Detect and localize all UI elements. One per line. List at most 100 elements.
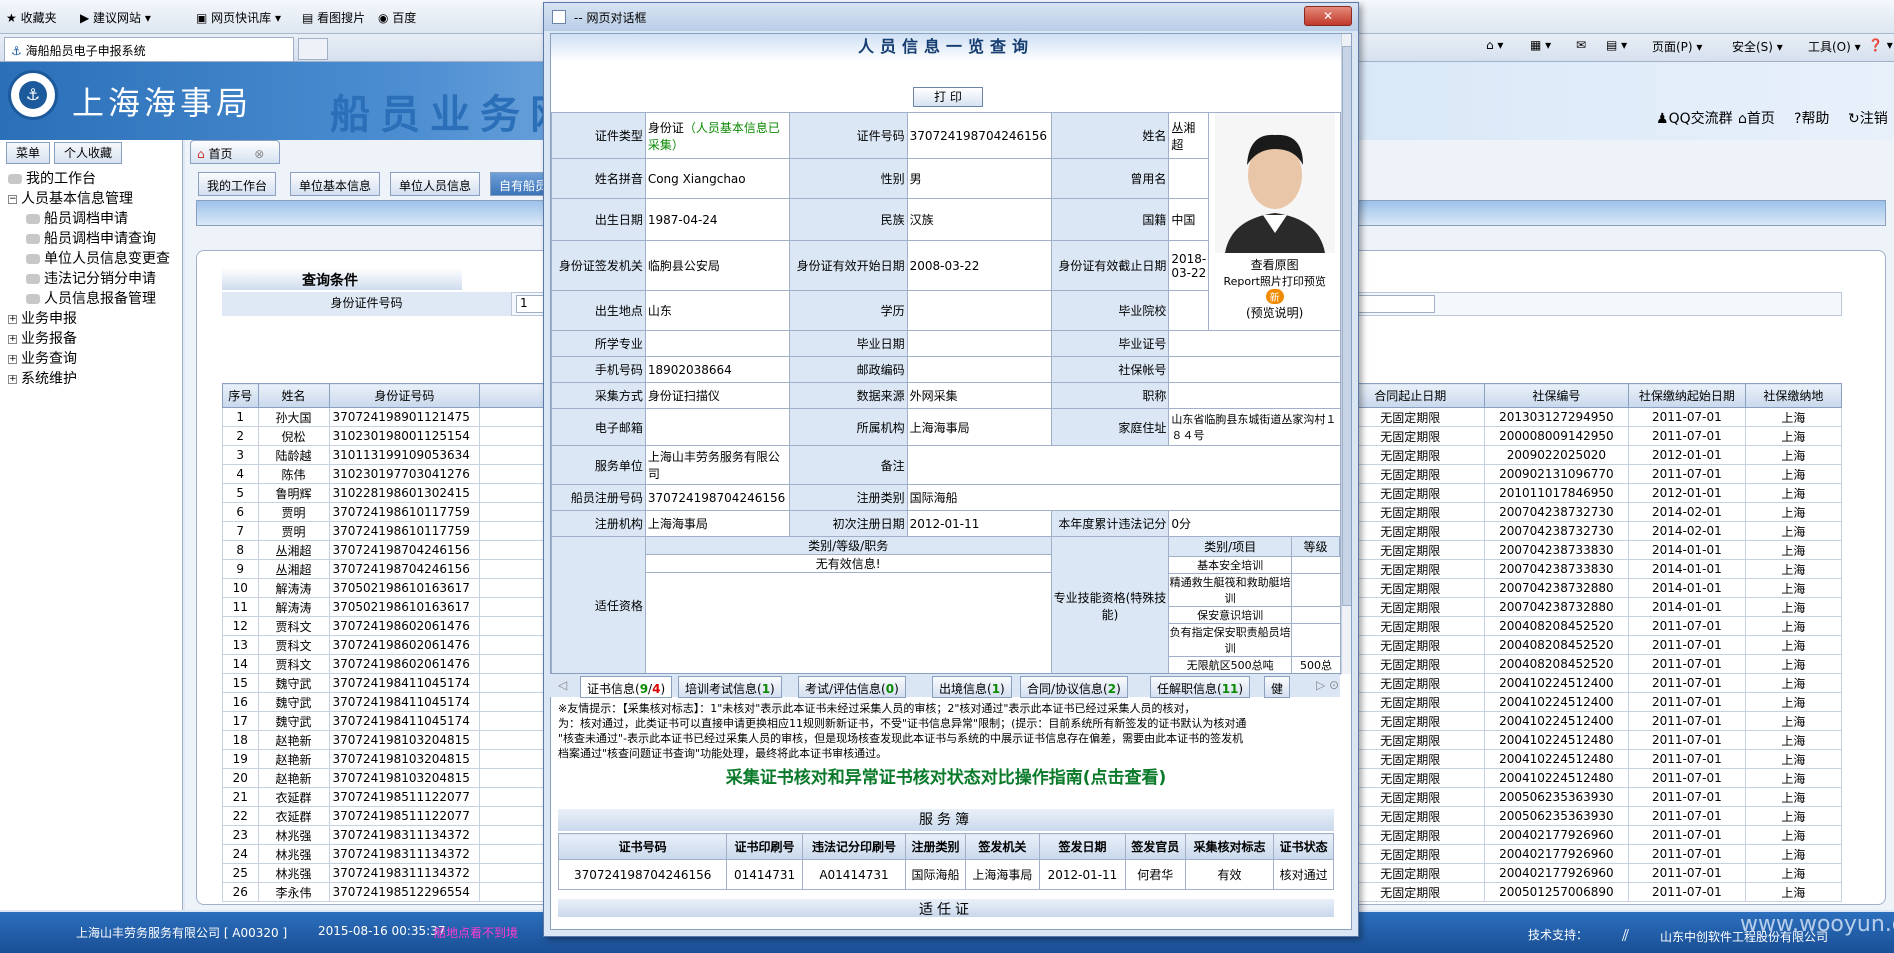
tree-item[interactable]: 违法记分销分申请 xyxy=(26,268,156,288)
table-cell: 2011-07-01 xyxy=(1627,464,1746,484)
rss-icon[interactable]: ▦ ▾ xyxy=(1530,38,1551,52)
link-image-search[interactable]: ▤ 看图搜片 xyxy=(302,9,365,26)
mail-icon[interactable]: ✉ xyxy=(1576,38,1586,52)
table-cell: 孙大国 xyxy=(257,407,330,427)
tree-item[interactable]: 人员信息报备管理 xyxy=(26,288,156,308)
view-original-link[interactable]: 查看原图 xyxy=(1209,256,1340,273)
column-header[interactable]: 社保缴纳地 xyxy=(1744,383,1843,408)
dialog-tab[interactable]: 出境信息(1) xyxy=(932,676,1012,698)
safety-menu[interactable]: 安全(S) ▾ xyxy=(1732,38,1783,55)
subtab-unit-staff[interactable]: 单位人员信息 xyxy=(390,172,481,196)
table-cell: 370724198511122077 xyxy=(328,806,481,826)
skill-cell: 类别/项目 等级 基本安全培训 精通救生艇筏和救助艇培训 保安意识培训 负有指定保安职责船… xyxy=(1168,536,1341,675)
qualification-header: 类别/等级/职务 xyxy=(645,537,1051,555)
table-cell: 201011017846950 xyxy=(1483,483,1629,503)
print-icon[interactable]: ▤ ▾ xyxy=(1606,38,1627,52)
table-cell: 370724198103204815 xyxy=(328,768,481,788)
table-cell: 贾明 xyxy=(257,521,330,541)
dialog-tab[interactable]: 合同/协议信息(2) xyxy=(1020,676,1128,698)
close-icon[interactable]: ⊗ xyxy=(254,147,264,161)
qq-group-link[interactable]: ♟QQ交流群 xyxy=(1656,108,1733,128)
table-cell: 上海 xyxy=(1744,711,1843,731)
table-cell: 2014-02-01 xyxy=(1627,502,1746,522)
skill-grade xyxy=(1292,574,1340,606)
print-button[interactable]: 打 印 xyxy=(913,87,983,107)
tree-item[interactable]: + 业务查询 xyxy=(8,348,77,368)
table-cell: 370502198610163617 xyxy=(328,578,481,598)
subtab-unit-info[interactable]: 单位基本信息 xyxy=(290,172,381,196)
grad-cert-label: 毕业证号 xyxy=(1050,330,1170,357)
column-header[interactable]: 社保编号 xyxy=(1483,383,1629,408)
expand-icon[interactable]: + xyxy=(8,374,17,384)
link-webslice[interactable]: ▣ 网页快讯库 ▾ xyxy=(196,9,281,26)
tree-item[interactable]: 单位人员信息变更查 xyxy=(26,248,170,268)
gender-value: 男 xyxy=(906,158,1052,199)
dialog-app-icon xyxy=(552,10,566,24)
tree-item[interactable]: − 人员基本信息管理 xyxy=(8,188,133,208)
tree-item[interactable]: + 系统维护 xyxy=(8,368,77,388)
birth-value: 1987-04-24 xyxy=(644,198,790,241)
tree-item[interactable]: 船员调档申请 xyxy=(26,208,128,228)
table-cell: 370724198311134372 xyxy=(328,844,481,864)
cert-column-header: 证书印刷号 xyxy=(726,833,803,860)
table-cell: 李永伟 xyxy=(257,882,330,902)
pinyin-value: Cong Xiangchao xyxy=(644,158,790,199)
favorites-button[interactable]: ★ 收藏夹 xyxy=(6,9,57,26)
expand-icon[interactable]: + xyxy=(8,354,17,364)
tab-scroll-right-icon[interactable]: ▷ ⊙ xyxy=(1316,678,1339,692)
table-cell: 丛湘超 xyxy=(257,559,330,579)
table-cell: 370724198704246156 xyxy=(328,540,481,560)
subtab-workbench[interactable]: 我的工作台 xyxy=(198,172,277,196)
column-header[interactable]: 序号 xyxy=(222,383,259,408)
table-cell: 18 xyxy=(222,730,259,750)
table-cell: 200402177926960 xyxy=(1483,844,1629,864)
tree-item[interactable]: + 业务报备 xyxy=(8,328,77,348)
photo-print-preview-link[interactable]: Report照片打印预览 xyxy=(1209,273,1340,289)
tools-menu[interactable]: 工具(O) ▾ xyxy=(1808,38,1861,55)
tab-favorites[interactable]: 个人收藏 xyxy=(54,142,122,164)
new-badge: 新 xyxy=(1265,289,1284,304)
column-header[interactable]: 姓名 xyxy=(257,383,330,408)
tab-home[interactable]: ⌂ 首页 ⊗ xyxy=(190,140,280,164)
dialog-tab[interactable]: 证书信息(9/4) xyxy=(580,676,673,698)
tab-scroll-left-icon[interactable]: ◁ xyxy=(558,678,567,692)
home-link[interactable]: ⌂首页 xyxy=(1738,108,1775,128)
link-suggested[interactable]: ▶ 建议网站 ▾ xyxy=(80,9,151,26)
skill-label: 专业技能资格(特殊技能) xyxy=(1050,536,1170,675)
tree-item[interactable]: 我的工作台 xyxy=(8,168,96,188)
table-cell: 370724198512296554 xyxy=(328,882,481,902)
cert-cell: 何君华 xyxy=(1124,859,1186,890)
dialog-scroll-thumb[interactable] xyxy=(1342,46,1351,606)
browser-tab[interactable]: ⚓ 海船船员电子申报系统 xyxy=(4,37,294,61)
cert-column-header: 采集核对标志 xyxy=(1184,833,1275,860)
logout-link[interactable]: ↻注销 xyxy=(1848,108,1888,128)
new-tab-button[interactable] xyxy=(298,38,328,60)
unit-value: 上海山丰劳务服务有限公司 xyxy=(644,445,790,485)
table-cell: 10 xyxy=(222,578,259,598)
expand-icon[interactable]: + xyxy=(8,334,17,344)
tab-menu[interactable]: 菜单 xyxy=(6,142,50,164)
collapse-icon[interactable]: − xyxy=(8,194,17,204)
home-icon[interactable]: ⌂ ▾ xyxy=(1486,38,1503,52)
help-link[interactable]: ?帮助 xyxy=(1794,108,1829,128)
remark-value xyxy=(906,445,1342,485)
preview-note-link[interactable]: (预览说明) xyxy=(1209,304,1340,321)
link-baidu[interactable]: ◉ 百度 xyxy=(378,9,416,26)
tree-item[interactable]: + 业务申报 xyxy=(8,308,77,328)
dialog-tab[interactable]: 任解职信息(11) xyxy=(1150,676,1251,698)
column-header[interactable]: 身份证号码 xyxy=(328,383,481,408)
id-number-input[interactable]: 1 xyxy=(516,295,546,313)
dialog-tab[interactable]: 健 xyxy=(1264,676,1291,698)
table-cell: 200506235363930 xyxy=(1483,787,1629,807)
dialog-tab[interactable]: 考试/评估信息(0) xyxy=(798,676,906,698)
column-header[interactable]: 社保缴纳起始日期 xyxy=(1627,383,1746,408)
skill-header: 类别/项目 xyxy=(1169,537,1292,556)
guide-link[interactable]: 采集证书核对和异常证书核对状态对比操作指南(点击查看) xyxy=(558,761,1334,797)
table-cell: 11 xyxy=(222,597,259,617)
tree-item[interactable]: 船员调档申请查询 xyxy=(26,228,156,248)
expand-icon[interactable]: + xyxy=(8,314,17,324)
dialog-close-button[interactable]: ✕ xyxy=(1304,6,1352,26)
page-menu[interactable]: 页面(P) ▾ xyxy=(1652,38,1702,55)
help-menu[interactable]: ❓ ▾ xyxy=(1868,38,1893,52)
dialog-tab[interactable]: 培训考试信息(1) xyxy=(678,676,782,698)
